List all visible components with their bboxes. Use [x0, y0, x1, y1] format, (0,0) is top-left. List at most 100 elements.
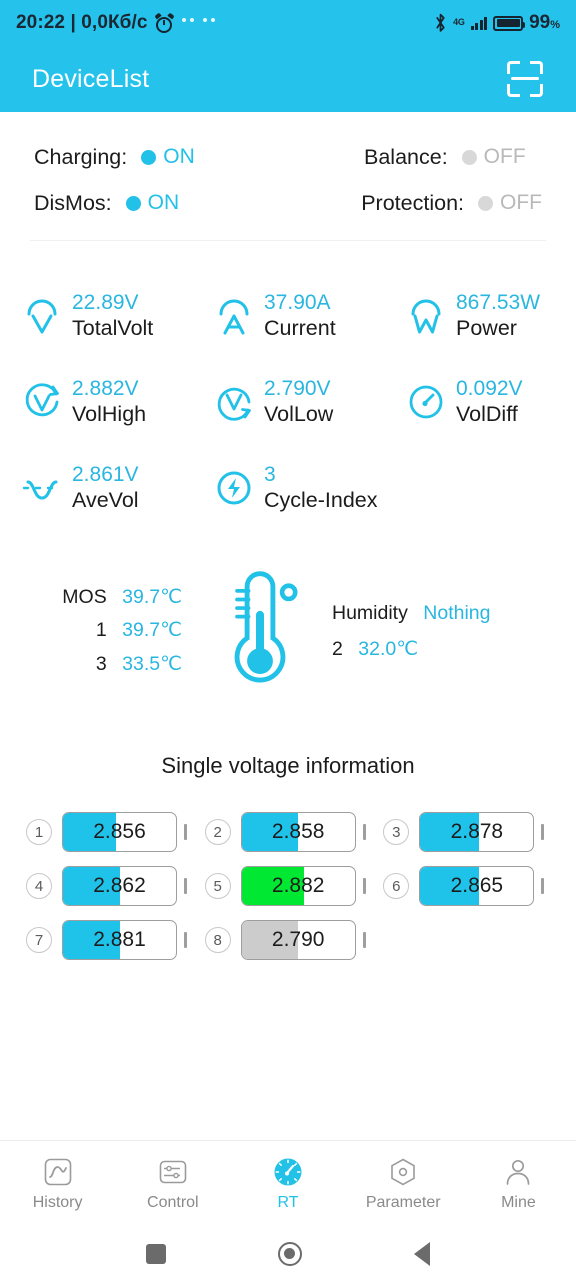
cell-value: 2.790: [271, 928, 325, 951]
single-voltage-cells: 1 2.856 2 2.858 3 2.878 4 2.862 5 2.882 …: [0, 805, 576, 967]
network-type-label: 4G: [453, 17, 465, 27]
cell-value: 2.881: [93, 928, 146, 951]
cell-value: 2.865: [450, 874, 504, 897]
triangle-back-icon[interactable]: [414, 1242, 430, 1266]
temperature-value: 39.7℃: [122, 619, 182, 642]
temperature-left-column: MOS 39.7℃ 1 39.7℃ 3 33.5℃: [0, 581, 200, 682]
cell-item[interactable]: 5 2.882: [199, 866, 378, 906]
cell-gauge: 2.862: [62, 866, 177, 906]
status-row: Charging: ON Balance: OFF: [34, 134, 542, 180]
cell-item[interactable]: 6 2.865: [377, 866, 556, 906]
metric-empty: [384, 445, 576, 531]
metric-voldiff[interactable]: 0.092V VolDiff: [384, 359, 576, 445]
nav-item-rt[interactable]: RT: [230, 1157, 345, 1212]
metric-value: 22.89V: [72, 290, 139, 314]
status-dot-icon: [125, 195, 141, 211]
cell-gauge: 2.858: [240, 812, 356, 852]
bluetooth-icon: [434, 13, 447, 33]
cell-value: 2.858: [271, 820, 325, 843]
temperature-right-column: Humidity Nothing 2 32.0℃: [320, 595, 576, 667]
status-label: Balance:: [364, 144, 448, 169]
status-value: ON: [147, 191, 180, 214]
metric-avevol[interactable]: 2.861V AveVol: [0, 445, 192, 531]
metric-cycle-index[interactable]: 3 Cycle-Index: [192, 445, 384, 531]
metric-name: VolDiff: [456, 401, 518, 426]
square-recents-icon[interactable]: [146, 1244, 166, 1264]
metric-power[interactable]: 867.53W Power: [384, 273, 576, 359]
nav-item-parameter[interactable]: Parameter: [346, 1157, 461, 1212]
status-item-protection[interactable]: Protection: OFF: [361, 191, 542, 216]
cycle-bolt-icon: [212, 466, 256, 510]
temperature-key: MOS: [62, 585, 107, 608]
cell-gauge: 2.790: [240, 920, 356, 960]
status-label: Protection:: [361, 190, 464, 215]
status-dot-icon: [141, 149, 157, 165]
cell-item[interactable]: 8 2.790: [199, 920, 378, 960]
gauge-icon: [404, 380, 448, 424]
cell-index: 3: [383, 819, 410, 845]
temperature-key: 2: [332, 638, 343, 660]
app-notification-icon: [180, 17, 195, 29]
status-item-dismos[interactable]: DisMos: ON: [34, 191, 361, 216]
volt-low-icon: [212, 380, 256, 424]
status-item-balance[interactable]: Balance: OFF: [364, 145, 526, 170]
nav-item-mine[interactable]: Mine: [461, 1157, 576, 1212]
metric-name: TotalVolt: [72, 315, 154, 340]
battery-full-icon: [493, 15, 526, 31]
volt-high-icon: [20, 380, 64, 424]
cell-index: 7: [26, 927, 52, 953]
cell-item[interactable]: 3 2.878: [377, 812, 556, 852]
humidity-key: Humidity: [332, 601, 408, 624]
cell-item[interactable]: 7 2.881: [20, 920, 199, 960]
cell-gauge: 2.865: [419, 866, 535, 906]
app-notification-icon: [201, 17, 216, 29]
battery-percent-value: 99: [529, 12, 551, 33]
waveform-icon: [20, 466, 64, 510]
temperature-value: 33.5℃: [122, 652, 182, 675]
cell-value: 2.882: [271, 874, 325, 897]
temperature-row: 1 39.7℃: [0, 614, 182, 648]
cell-index: 4: [26, 873, 52, 899]
scan-icon[interactable]: [504, 58, 546, 100]
status-time: 20:22 | 0,0Кб/с: [16, 12, 148, 33]
status-value: OFF: [500, 191, 542, 214]
cell-item[interactable]: 2 2.858: [199, 812, 378, 852]
metric-value: 3: [264, 462, 276, 486]
humidity-row: Humidity Nothing: [332, 595, 576, 631]
nav-label: Parameter: [365, 1194, 441, 1211]
cell-index: 5: [204, 873, 231, 899]
page-title: DeviceList: [32, 64, 150, 93]
nav-item-control[interactable]: Control: [115, 1157, 230, 1212]
metric-current[interactable]: 37.90A Current: [192, 273, 384, 359]
status-label: Charging:: [34, 144, 128, 169]
metric-name: Power: [456, 315, 517, 340]
status-item-charging[interactable]: Charging: ON: [34, 145, 364, 170]
network-type-icon: 4G: [453, 17, 465, 28]
nav-label: Mine: [501, 1194, 536, 1211]
cell-item[interactable]: 1 2.856: [20, 812, 199, 852]
app-bar: DeviceList: [0, 46, 576, 112]
metric-value: 2.790V: [264, 376, 331, 400]
metric-name: Current: [264, 315, 336, 340]
bottom-navigation: History Control RT Parameter Mine: [0, 1140, 576, 1228]
gauge-filled-icon: [273, 1157, 303, 1187]
main-content: Charging: ON Balance: OFF DisMos: ON Pro…: [0, 112, 576, 1140]
cell-index: 6: [383, 873, 410, 899]
nav-item-history[interactable]: History: [0, 1157, 115, 1212]
cell-terminal-icon: [362, 824, 366, 840]
temperature-value: 32.0℃: [358, 638, 419, 660]
cell-value: 2.856: [93, 820, 146, 843]
circle-home-icon[interactable]: [278, 1242, 302, 1266]
metric-volhigh[interactable]: 2.882V VolHigh: [0, 359, 192, 445]
status-dot-icon: [478, 195, 493, 211]
status-bar: 20:22 | 0,0Кб/с 4G 99%: [0, 0, 576, 46]
cell-item[interactable]: 4 2.862: [20, 866, 199, 906]
metric-vollow[interactable]: 2.790V VolLow: [192, 359, 384, 445]
cell-terminal-icon: [362, 932, 366, 948]
cell-gauge: 2.881: [62, 920, 177, 960]
metric-totalvolt[interactable]: 22.89V TotalVolt: [0, 273, 192, 359]
battery-percent-symbol: %: [550, 19, 560, 31]
metrics-row: 2.882V VolHigh 2.790V VolLow 0.092V VolD…: [0, 359, 576, 445]
cell-index: 8: [204, 927, 231, 953]
cell-terminal-icon: [541, 878, 545, 894]
